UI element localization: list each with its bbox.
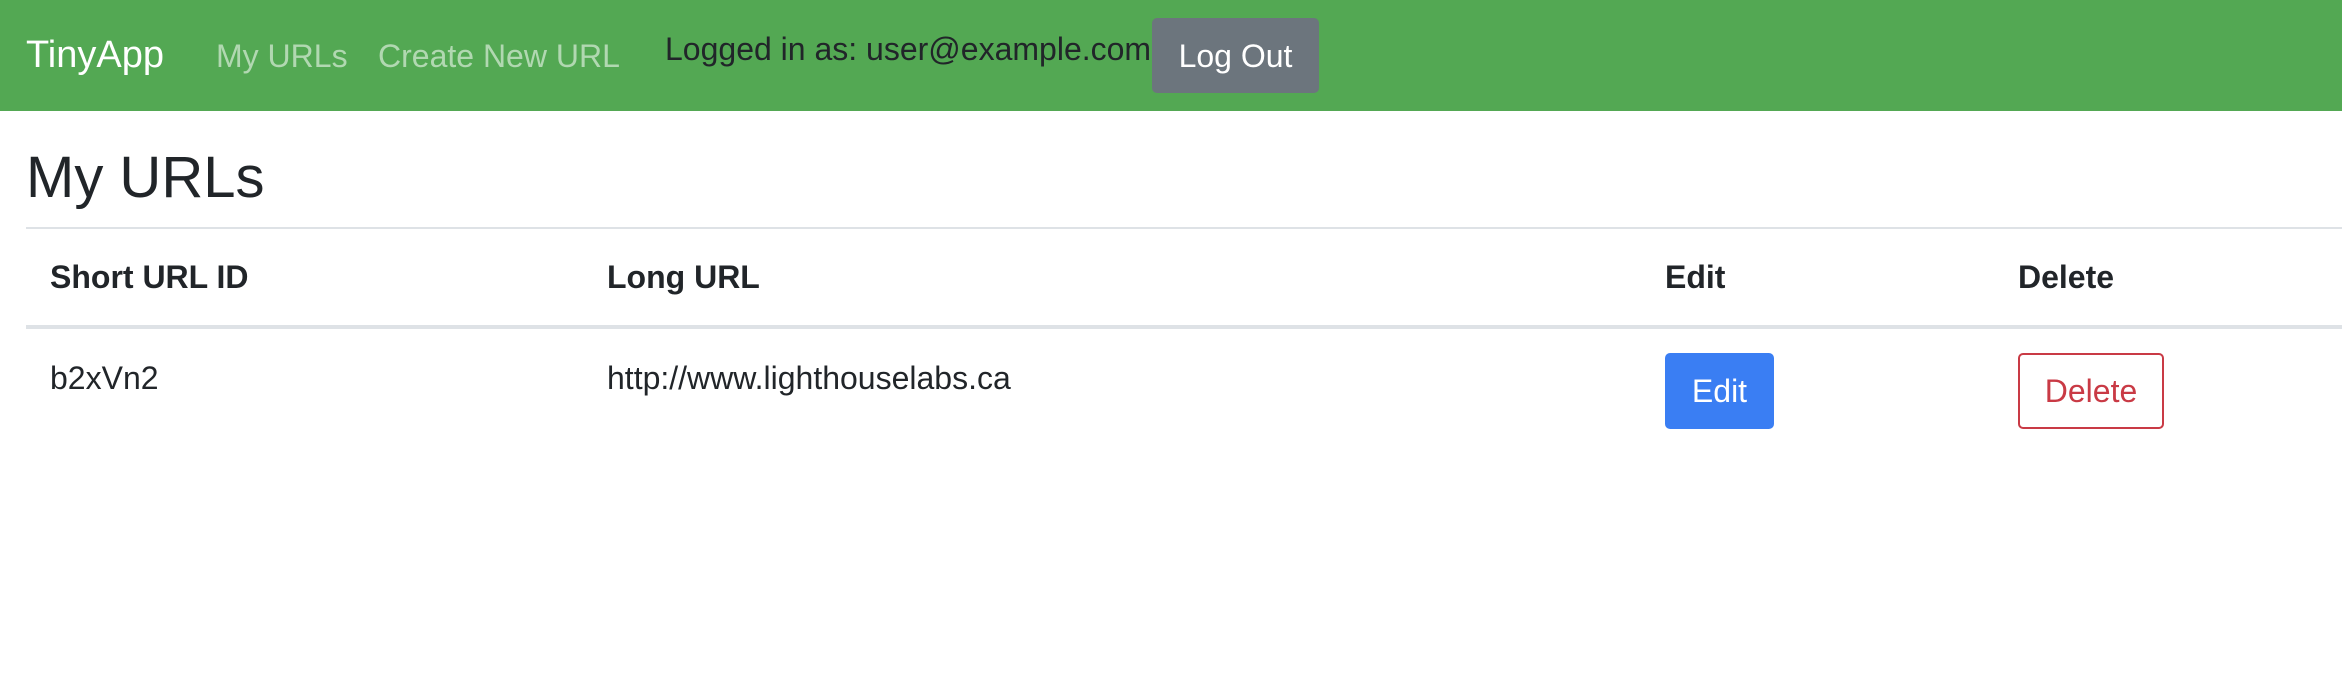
brand-link[interactable]: TinyApp xyxy=(26,30,164,80)
short-url-id-cell: b2xVn2 xyxy=(50,360,159,396)
navbar: TinyApp My URLs Create New URL Logged in… xyxy=(0,0,2342,111)
delete-button[interactable]: Delete xyxy=(2018,353,2164,429)
long-url-cell: http://www.lighthouselabs.ca xyxy=(607,360,1011,396)
column-header-long-url: Long URL xyxy=(607,259,760,295)
column-header-short-url-id: Short URL ID xyxy=(50,259,249,295)
table-header-divider xyxy=(26,325,2342,329)
column-header-delete: Delete xyxy=(2018,259,2115,295)
logout-button[interactable]: Log Out xyxy=(1152,18,1319,93)
page-title: My URLs xyxy=(26,145,265,210)
edit-button[interactable]: Edit xyxy=(1665,353,1774,429)
nav-link-create-new-url[interactable]: Create New URL xyxy=(378,34,620,78)
nav-link-my-urls[interactable]: My URLs xyxy=(216,34,348,78)
title-divider xyxy=(26,227,2342,229)
logged-in-status: Logged in as: user@example.com xyxy=(665,31,1152,67)
column-header-edit: Edit xyxy=(1665,259,1726,295)
